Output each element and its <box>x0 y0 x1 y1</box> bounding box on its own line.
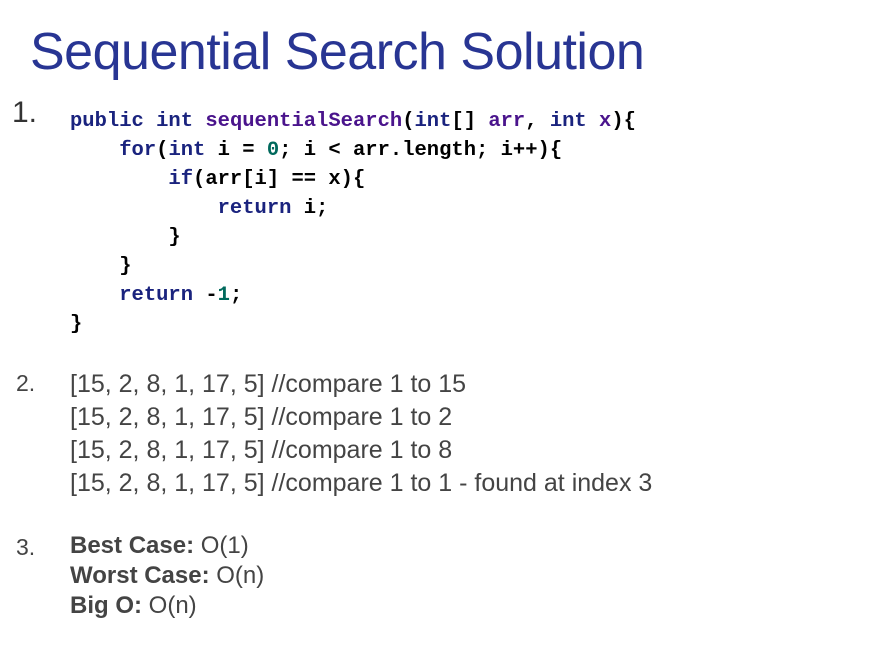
code-token: public <box>70 110 144 133</box>
code-line: } <box>70 252 636 281</box>
code-token: i = <box>205 139 267 162</box>
code-line: return -1; <box>70 281 636 310</box>
list-number-2: 2. <box>16 370 36 396</box>
trace-line: [15, 2, 8, 1, 17, 5] //compare 1 to 1 - … <box>70 469 653 497</box>
code-token: 0 <box>266 139 280 162</box>
list-number-1: 1. <box>12 96 38 129</box>
code-token: 1 <box>217 284 230 307</box>
code-line: if(arr[i] == x){ <box>70 165 636 194</box>
code-token: - <box>193 284 218 307</box>
code-token: (arr[i] == x){ <box>193 168 366 191</box>
code-token: } <box>70 255 132 278</box>
code-token: i; <box>291 197 329 220</box>
worst-case-value: O(n) <box>209 562 265 589</box>
code-line: } <box>70 310 636 339</box>
code-token: int <box>414 110 452 133</box>
trace-line: [15, 2, 8, 1, 17, 5] //compare 1 to 2 <box>70 403 453 431</box>
best-case-value: O(1) <box>194 532 249 559</box>
worst-case-row: Worst Case: O(n) <box>70 561 264 591</box>
code-token: } <box>70 226 181 249</box>
code-line: for(int i = 0; i < arr.length; i++){ <box>70 136 636 165</box>
code-token: ){ <box>611 110 636 133</box>
code-token: return <box>119 284 194 307</box>
page-title: Sequential Search Solution <box>30 23 645 81</box>
code-token: } <box>70 313 83 336</box>
trace-line: [15, 2, 8, 1, 17, 5] //compare 1 to 8 <box>70 436 453 464</box>
trace-line: [15, 2, 8, 1, 17, 5] //compare 1 to 15 <box>70 370 467 398</box>
code-line: return i; <box>70 194 636 223</box>
worst-case-label: Worst Case: <box>70 562 210 589</box>
code-token: ( <box>402 110 415 133</box>
code-token: , <box>525 110 550 133</box>
code-line: } <box>70 223 636 252</box>
code-token: for <box>119 139 157 162</box>
code-token: ; i < arr.length; i++){ <box>279 139 563 162</box>
code-token: [] <box>451 110 489 133</box>
code-token: return <box>217 197 292 220</box>
best-case-row: Best Case: O(1) <box>70 531 264 561</box>
best-case-label: Best Case: <box>70 532 195 559</box>
list-number-3: 3. <box>16 534 36 560</box>
code-block: public int sequentialSearch(int[] arr, i… <box>70 107 636 339</box>
code-token: ( <box>156 139 169 162</box>
code-token: int <box>549 110 587 133</box>
code-token: arr <box>488 110 526 133</box>
code-token: if <box>168 168 194 191</box>
search-trace: [15, 2, 8, 1, 17, 5] //compare 1 to 15 [… <box>70 368 652 500</box>
big-o-label: Big O: <box>70 592 142 619</box>
code-token: int <box>168 139 206 162</box>
code-token: sequentialSearch <box>205 110 403 133</box>
big-o-row: Big O: O(n) <box>70 591 264 621</box>
big-o-value: O(n) <box>142 592 197 619</box>
code-token: x <box>599 110 612 133</box>
code-token: ; <box>229 284 243 307</box>
code-line: public int sequentialSearch(int[] arr, i… <box>70 107 636 136</box>
complexity-summary: Best Case: O(1) Worst Case: O(n) Big O: … <box>70 531 264 621</box>
code-token: int <box>156 110 194 133</box>
